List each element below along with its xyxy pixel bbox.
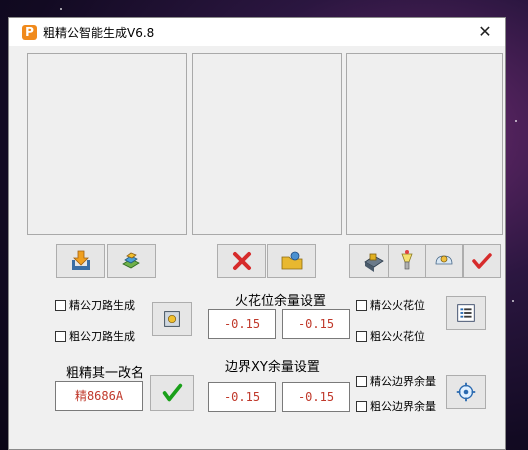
preview-panel-right <box>346 53 503 235</box>
delete-button[interactable] <box>217 244 266 278</box>
lamp-icon <box>401 250 413 270</box>
confirm-toolbar-button[interactable] <box>463 244 501 278</box>
checkbox-box[interactable] <box>55 299 66 311</box>
gear-icon <box>435 255 453 265</box>
rough-edge-checkbox[interactable]: 粗公边界余量 <box>356 398 436 414</box>
machine-icon <box>363 253 384 272</box>
app-window: P 粗精公智能生成V6.8 ✕ 精公刀路生成 粗公刀路生成 火花位余量设置 -0… <box>8 17 506 450</box>
gear-button[interactable] <box>425 244 463 278</box>
checkbox-box[interactable] <box>356 330 367 342</box>
rough-toolpath-checkbox[interactable]: 粗公刀路生成 <box>55 328 135 344</box>
check-icon <box>162 383 183 402</box>
rough-spark-checkbox[interactable]: 粗公火花位 <box>356 328 425 344</box>
chip-icon <box>164 311 180 327</box>
title-bar[interactable]: P 粗精公智能生成V6.8 ✕ <box>9 18 505 46</box>
import-icon <box>71 250 90 270</box>
parts-button[interactable] <box>107 244 156 278</box>
rough-spark-label: 粗公火花位 <box>370 330 425 343</box>
rough-toolpath-label: 粗公刀路生成 <box>69 330 135 343</box>
checkbox-box[interactable] <box>356 375 367 387</box>
rename-heading: 粗精其一改名 <box>66 366 145 381</box>
edge-settings-button[interactable] <box>446 375 486 409</box>
star <box>515 120 517 122</box>
checkbox-box[interactable] <box>356 400 367 412</box>
checkbox-box[interactable] <box>356 299 367 311</box>
folder-icon <box>281 251 302 270</box>
list-icon <box>457 304 475 322</box>
parts-icon <box>121 252 140 269</box>
fine-edge-label: 精公边界余量 <box>370 375 436 388</box>
gear-icon <box>456 382 476 402</box>
rename-field[interactable]: 精8686A <box>55 381 143 411</box>
spark-heading: 火花位余量设置 <box>235 294 327 309</box>
import-button[interactable] <box>56 244 105 278</box>
preview-panel-middle <box>192 53 342 235</box>
folder-button[interactable] <box>267 244 316 278</box>
checkbox-box[interactable] <box>55 330 66 342</box>
window-title: 粗精公智能生成V6.8 <box>43 26 155 40</box>
rough-edge-label: 粗公边界余量 <box>370 400 436 413</box>
star <box>60 8 62 10</box>
rough-spark-field[interactable]: -0.15 <box>282 309 350 339</box>
fine-spark-checkbox[interactable]: 精公火花位 <box>356 297 425 313</box>
preview-panel-left <box>27 53 187 235</box>
fine-toolpath-checkbox[interactable]: 精公刀路生成 <box>55 297 135 313</box>
rough-edge-field[interactable]: -0.15 <box>282 382 350 412</box>
lamp-button[interactable] <box>388 244 426 278</box>
fine-toolpath-label: 精公刀路生成 <box>69 299 135 312</box>
star <box>512 300 514 302</box>
generate-toolpath-button[interactable] <box>152 302 192 336</box>
fine-spark-label: 精公火花位 <box>370 299 425 312</box>
fine-edge-field[interactable]: -0.15 <box>208 382 276 412</box>
edge-heading: 边界XY余量设置 <box>225 360 320 375</box>
fine-spark-field[interactable]: -0.15 <box>208 309 276 339</box>
fine-edge-checkbox[interactable]: 精公边界余量 <box>356 373 436 389</box>
check-icon <box>472 253 492 269</box>
app-logo-icon: P <box>22 25 37 40</box>
close-button[interactable]: ✕ <box>465 18 505 46</box>
list-button[interactable] <box>446 296 486 330</box>
delete-icon <box>232 252 251 270</box>
confirm-rename-button[interactable] <box>150 375 194 411</box>
